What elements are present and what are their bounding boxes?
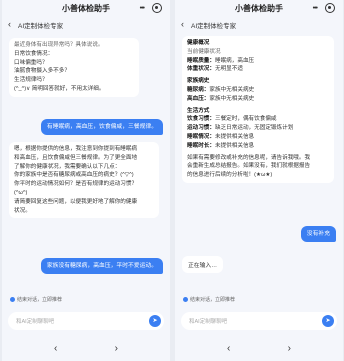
summary-line: 运动习惯：缺乏日常运动，无固定锻炼计划 [187, 124, 329, 133]
summary-line: 健康概况 [187, 39, 329, 48]
message-line: 了解你的健康状况，我需要确认以下几点： [14, 163, 121, 170]
message-input[interactable]: 和AI定制聊聊吧 ➤ [8, 312, 164, 330]
message-line: 和高血压，且饮食偏咸但三餐规律。为了更全面地 [14, 154, 138, 161]
summary-value: 健康概况 [187, 40, 210, 46]
info-dot-icon [183, 297, 188, 303]
summary-key: 糖尿病： [187, 86, 210, 93]
summary-key: 饮食习惯： [187, 116, 215, 123]
chat-title: AI定制体检专家 [191, 23, 237, 30]
summary-line: 糖尿病：家族中无相关病史 [187, 86, 329, 95]
summary-line: 体重状况：无明显不适 [187, 65, 329, 74]
screenshot: 小善体检助手 ••• ‹ AI定制体检专家 最近身体有出现异常吗？具体说说。 日… [0, 0, 344, 361]
health-summary-message: 健康概况 当前健康状况 睡眠质量：睡眠病，高血压 体重状况：无明显不适 家族病史 糖尿病：… [182, 36, 334, 183]
summary-line: 睡眠时长：未提供相关信息 [187, 142, 329, 151]
message-line: 状况。 [14, 207, 31, 214]
hint-label: 结束对话，立即推荐 [17, 297, 63, 303]
top-bar: 小善体检助手 ••• [2, 0, 170, 17]
summary-value: 会重新生成总结报告。如果没有，我们就根据报告 [187, 163, 311, 170]
top-bar: 小善体检助手 ••• [175, 0, 343, 17]
nav-forward-icon[interactable]: › [115, 343, 118, 354]
chat-title: AI定制体检专家 [18, 23, 64, 30]
app-title: 小善体检助手 [235, 4, 283, 13]
summary-value: 三餐定时，偶有饮食偏咸 [214, 116, 277, 123]
summary-line: 如果有需要修改或补充的信息呢，请告诉我哦。我 [187, 154, 329, 163]
more-menu-icon[interactable]: ••• [140, 5, 145, 12]
summary-key: 睡眠时长： [187, 142, 215, 149]
nav-back-icon[interactable]: ‹ [227, 343, 230, 354]
end-chat-recommend-link[interactable]: 结束对话，立即推荐 [183, 296, 235, 303]
left-screen: 小善体检助手 ••• ‹ AI定制体检专家 最近身体有出现异常吗？具体说说。 日… [2, 0, 170, 361]
summary-key: 运动习惯： [187, 125, 215, 132]
close-miniprogram-icon[interactable] [325, 3, 335, 13]
message-list: 健康概况 当前健康状况 睡眠质量：睡眠病，高血压 体重状况：无明显不适 家族病史 糖尿病：… [175, 34, 343, 293]
summary-value: 缺乏日常运动，无固定锻炼计划 [214, 125, 294, 132]
close-miniprogram-icon[interactable] [152, 3, 162, 13]
chat-header: ‹ AI定制体检专家 [175, 17, 343, 33]
right-screen: 小善体检助手 ••• ‹ AI定制体检专家 健康概况 当前健康状况 睡眠质量：睡眠病… [175, 0, 343, 361]
bot-message-1: 最近身体有出现异常吗？具体说说。 日常饮食情况： 口味偏重吗？ 油腻食物摄入多不… [9, 38, 139, 97]
message-line: 最近身体有出现异常吗？具体说说。 [14, 42, 104, 48]
summary-value: 家族中无相关病史 [209, 86, 255, 93]
input-placeholder: 和AI定制聊聊吧 [189, 319, 228, 325]
nav-forward-icon[interactable]: › [288, 343, 291, 354]
summary-key: 体重状况： [187, 66, 215, 73]
summary-value: 未提供相关信息 [214, 133, 255, 140]
summary-value: 家族中无相关病史 [209, 95, 255, 102]
user-reply: 没有补充 [300, 226, 336, 242]
app-title: 小善体检助手 [62, 4, 110, 13]
bottom-nav: ‹ › [2, 339, 170, 361]
user-message-1: 有睡眠病，高血压，饮食偏咸，三餐规律。 [40, 119, 163, 135]
summary-value: 生活方式 [187, 107, 210, 114]
message-list: 最近身体有出现异常吗？具体说说。 日常饮食情况： 口味偏重吗？ 油腻食物摄入多不… [2, 34, 170, 293]
summary-line: 会重新生成总结报告。如果没有，我们就根据报告 [187, 162, 329, 171]
summary-line: 饮食习惯：三餐定时，偶有饮食偏咸 [187, 115, 329, 124]
summary-value: 睡眠病，高血压 [214, 57, 255, 64]
back-arrow-icon[interactable]: ‹ [181, 19, 184, 29]
bottom-nav: ‹ › [175, 339, 343, 361]
bot-message-2: 嗯，根据你提供的信息，我注意到你提到有睡眠病 和高血压，且饮食偏咸但三餐规律。为… [9, 142, 159, 219]
info-dot-icon [10, 297, 15, 303]
send-icon[interactable]: ➤ [149, 315, 161, 327]
message-line: 你平时的运动情况如何？是否有规律的运动习惯？ [14, 181, 138, 188]
user-message-2: 家族没有糖尿病，高血压，平时不爱运动。 [40, 258, 163, 274]
message-line: 生活规律吗？ [14, 77, 48, 84]
typing-indicator: 正在输入… [182, 256, 223, 273]
summary-value: 家族病史 [187, 78, 210, 85]
summary-value: 无明显不适 [214, 66, 243, 73]
summary-line: 高血压：家族中无相关病史 [187, 95, 329, 104]
send-icon[interactable]: ➤ [322, 315, 334, 327]
end-chat-recommend-link[interactable]: 结束对话，立即推荐 [10, 296, 62, 303]
summary-line: 家族病史 [187, 77, 329, 86]
message-line: 你的家族中是否有糖尿病或高血压的病史？(^▽^) [14, 172, 134, 179]
input-placeholder: 和AI定制聊聊吧 [16, 319, 55, 325]
hint-label: 结束对话，立即推荐 [190, 297, 236, 303]
summary-value: 当前健康状况 [187, 48, 221, 55]
summary-key: 睡眠情况： [187, 133, 215, 140]
more-menu-icon[interactable]: ••• [313, 5, 318, 12]
summary-key: 睡眠质量： [187, 57, 215, 64]
summary-line: 睡眠情况：未提供相关信息 [187, 133, 329, 142]
message-input[interactable]: 和AI定制聊聊吧 ➤ [181, 312, 337, 330]
message-line: 油腻食物摄入多不多？ [14, 68, 70, 75]
message-line: 口味偏重吗？ [14, 59, 48, 66]
summary-value: 如果有需要修改或补充的信息呢，请告诉我哦。我 [187, 154, 311, 161]
summary-line: 睡眠质量：睡眠病，高血压 [187, 57, 329, 66]
message-line: 请简要回复这些问题，以便我更好地了解你的健康 [14, 198, 138, 205]
summary-value: 的信息进行后续的分析啦！(★ω★) [187, 172, 273, 179]
message-line: 嗯，根据你提供的信息，我注意到你提到有睡眠病 [14, 146, 138, 152]
back-arrow-icon[interactable]: ‹ [8, 19, 11, 29]
summary-value: 未提供相关信息 [214, 142, 255, 149]
summary-line: 当前健康状况 [187, 48, 329, 57]
summary-line: 生活方式 [187, 107, 329, 116]
chat-header: ‹ AI定制体检专家 [2, 17, 170, 33]
nav-back-icon[interactable]: ‹ [54, 343, 57, 354]
summary-key: 高血压： [187, 95, 210, 102]
message-line: (^_^)∨ 简明回答就好，不用太详细。 [14, 85, 105, 92]
summary-line: 的信息进行后续的分析啦！(★ω★) [187, 171, 329, 180]
message-line: 日常饮食情况： [14, 50, 54, 57]
message-line: (^ω^) [14, 189, 28, 196]
